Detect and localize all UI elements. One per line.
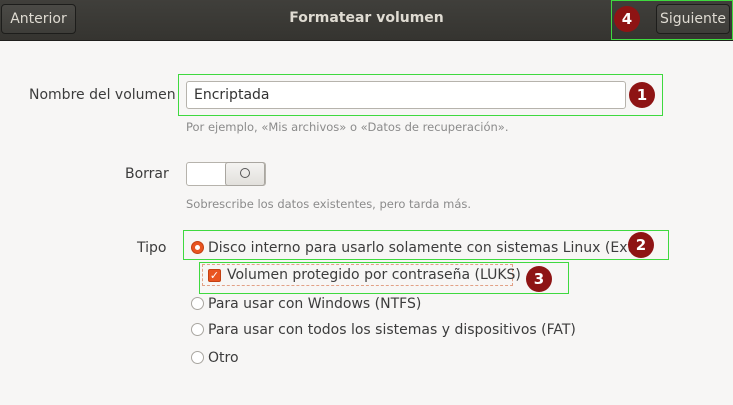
- option-ntfs-label[interactable]: Para usar con Windows (NTFS): [208, 296, 421, 312]
- erase-help: Sobrescribe los datos existentes, pero t…: [186, 197, 472, 211]
- volume-name-input[interactable]: Encriptada: [186, 81, 626, 109]
- option-other-label[interactable]: Otro: [208, 350, 239, 366]
- luks-label[interactable]: Volumen protegido por contraseña (LUKS): [227, 267, 521, 283]
- annotation-badge-1: 1: [629, 82, 655, 108]
- type-label: Tipo: [137, 240, 167, 256]
- radio-ext4[interactable]: [191, 241, 204, 254]
- annotation-badge-4: 4: [614, 6, 640, 32]
- radio-ntfs[interactable]: [191, 297, 204, 310]
- erase-switch[interactable]: [186, 162, 266, 186]
- option-fat-label[interactable]: Para usar con todos los sistemas y dispo…: [208, 322, 576, 338]
- luks-checkbox[interactable]: ✓: [208, 269, 221, 282]
- switch-off-icon: [240, 168, 250, 178]
- radio-fat[interactable]: [191, 323, 204, 336]
- volume-name-label: Nombre del volumen: [29, 87, 176, 103]
- switch-knob: [225, 162, 265, 186]
- volume-name-help: Por ejemplo, «Mis archivos» o «Datos de …: [186, 120, 509, 134]
- option-ext4-label[interactable]: Disco interno para usarlo solamente con …: [208, 240, 647, 256]
- annotation-badge-2: 2: [628, 232, 654, 258]
- annotation-badge-3: 3: [526, 266, 552, 292]
- radio-other[interactable]: [191, 351, 204, 364]
- erase-label: Borrar: [125, 166, 169, 182]
